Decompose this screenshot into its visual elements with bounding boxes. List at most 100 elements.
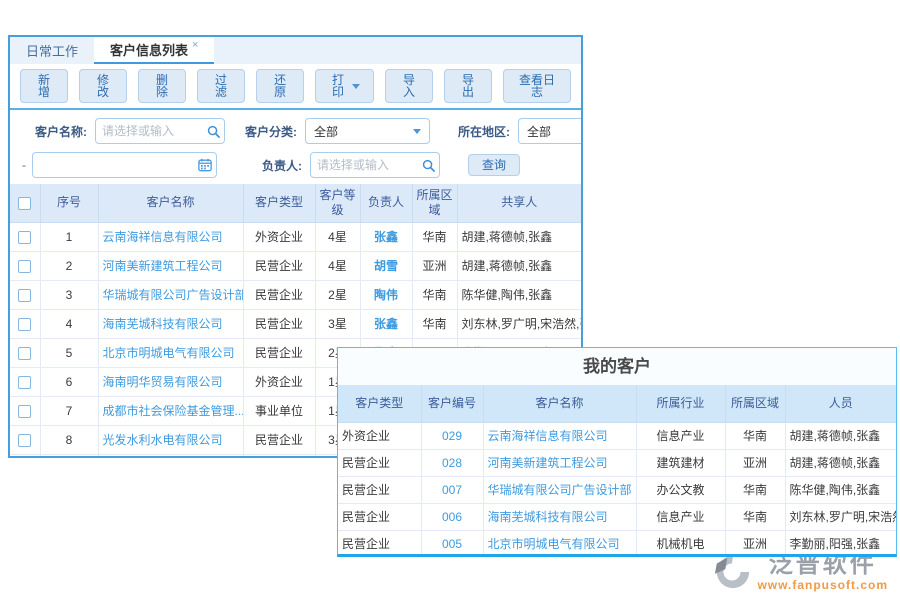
- customer-name-link[interactable]: 海南明华贸易有限公司: [98, 367, 243, 396]
- row-checkbox[interactable]: [18, 434, 31, 447]
- col-customer-name: 客户名称: [98, 184, 243, 222]
- col-customer-level: 客户等级: [315, 184, 360, 222]
- tab-customer-list-label: 客户信息列表: [110, 40, 188, 59]
- customer-code-link[interactable]: 005: [421, 530, 483, 557]
- chevron-down-icon: [352, 84, 360, 89]
- cell-type: 民营企业: [338, 530, 421, 557]
- select-all-checkbox[interactable]: [18, 197, 31, 210]
- cell-people: 刘东林,罗广明,宋浩然,...: [785, 503, 896, 530]
- cell-level: 4星: [315, 222, 360, 251]
- cell-industry: 建筑建材: [636, 449, 725, 476]
- col-shared: 共享人: [457, 184, 581, 222]
- table-row: 2 河南美新建筑工程公司 民营企业 4星 胡雪 亚洲 胡建,蒋德帧,张鑫: [10, 251, 581, 280]
- customer-name-link[interactable]: 北京市明城电气有限公司: [98, 338, 243, 367]
- region-select[interactable]: 全部: [518, 118, 581, 144]
- cell-type: 民营企业: [338, 476, 421, 503]
- customer-name-link[interactable]: 华瑞城有限公司广告设计部: [483, 476, 636, 503]
- search-icon[interactable]: [417, 159, 439, 172]
- manager-link[interactable]: 陶伟: [360, 280, 412, 309]
- table-row: 民营企业 005 北京市明城电气有限公司 机械机电 亚洲 李勤丽,阳强,张鑫: [338, 530, 896, 557]
- customer-category-label: 客户分类:: [245, 123, 297, 140]
- cell-type: 民营企业: [243, 251, 315, 280]
- my-customers-panel: 我的客户 客户类型 客户编号 客户名称 所属行业 所属区域 人员 外资企业 02…: [337, 347, 897, 557]
- manager-link[interactable]: 张鑫: [360, 309, 412, 338]
- row-checkbox[interactable]: [18, 405, 31, 418]
- col-region: 所属区域: [412, 184, 457, 222]
- region-label: 所在地区:: [458, 123, 510, 140]
- cell-type: 外资企业: [243, 367, 315, 396]
- row-checkbox[interactable]: [18, 289, 31, 302]
- tab-bar: 日常工作 客户信息列表 ×: [10, 37, 581, 64]
- customer-name-link[interactable]: 龙宇工程机械有限公司: [98, 454, 243, 458]
- cell-no: 4: [40, 309, 98, 338]
- row-checkbox[interactable]: [18, 318, 31, 331]
- fanpu-logo: 泛普软件 www.fanpusoft.com: [713, 552, 888, 592]
- close-icon[interactable]: ×: [192, 39, 198, 51]
- row-checkbox[interactable]: [18, 231, 31, 244]
- customer-name-label: 客户名称:: [35, 123, 87, 140]
- customer-code-link[interactable]: 006: [421, 503, 483, 530]
- manager-link[interactable]: 胡雪: [360, 251, 412, 280]
- manager-field: [310, 152, 440, 178]
- customer-code-link[interactable]: 007: [421, 476, 483, 503]
- row-checkbox[interactable]: [18, 260, 31, 273]
- add-button[interactable]: 新增: [20, 69, 68, 103]
- view-log-button[interactable]: 查看日志: [503, 69, 571, 103]
- table-row: 外资企业 029 云南海祥信息有限公司 信息产业 华南 胡建,蒋德帧,张鑫: [338, 422, 896, 449]
- customer-code-link[interactable]: 028: [421, 449, 483, 476]
- restore-button[interactable]: 还原: [256, 69, 304, 103]
- customer-name-link[interactable]: 云南海祥信息有限公司: [483, 422, 636, 449]
- import-button[interactable]: 导入: [385, 69, 433, 103]
- cell-people: 胡建,蒋德帧,张鑫: [785, 449, 896, 476]
- customer-name-link[interactable]: 华瑞城有限公司广告设计部: [98, 280, 243, 309]
- row-checkbox[interactable]: [18, 347, 31, 360]
- filter-button[interactable]: 过滤: [197, 69, 245, 103]
- customer-name-input[interactable]: [96, 124, 202, 138]
- col-customer-code: 客户编号: [421, 385, 483, 422]
- tab-daily-work-label: 日常工作: [26, 41, 78, 60]
- customer-name-link[interactable]: 光发水利水电有限公司: [98, 425, 243, 454]
- cell-type: 外资企业: [243, 222, 315, 251]
- date-range-separator: -: [22, 158, 26, 172]
- cell-level: 4星: [315, 251, 360, 280]
- cell-level: 2星: [315, 280, 360, 309]
- cell-type: 民营企业: [338, 503, 421, 530]
- customer-name-link[interactable]: 成都市社会保险基金管理...: [98, 396, 243, 425]
- customer-name-link[interactable]: 海南芜城科技有限公司: [483, 503, 636, 530]
- customer-name-link[interactable]: 北京市明城电气有限公司: [483, 530, 636, 557]
- print-button[interactable]: 打印: [315, 69, 374, 103]
- select-all-cell: [10, 184, 40, 222]
- customer-category-select[interactable]: 全部: [305, 118, 430, 144]
- calendar-icon[interactable]: [194, 158, 216, 172]
- cell-industry: 信息产业: [636, 422, 725, 449]
- customer-code-link[interactable]: 029: [421, 422, 483, 449]
- query-button[interactable]: 查询: [468, 154, 520, 176]
- cell-region: 华南: [412, 222, 457, 251]
- cell-region: 华南: [412, 280, 457, 309]
- logo-url[interactable]: www.fanpusoft.com: [757, 578, 888, 592]
- delete-button[interactable]: 删除: [138, 69, 186, 103]
- toolbar: 新增 修改 删除 过滤 还原 打印 导入 导出 查看日志: [10, 64, 581, 110]
- customer-name-link[interactable]: 云南海祥信息有限公司: [98, 222, 243, 251]
- search-icon[interactable]: [202, 125, 224, 138]
- customer-name-link[interactable]: 海南芜城科技有限公司: [98, 309, 243, 338]
- customer-name-link[interactable]: 河南美新建筑工程公司: [98, 251, 243, 280]
- tab-daily-work[interactable]: 日常工作: [10, 37, 94, 64]
- customer-name-link[interactable]: 河南美新建筑工程公司: [483, 449, 636, 476]
- cell-people: 李勤丽,阳强,张鑫: [785, 530, 896, 557]
- row-checkbox[interactable]: [18, 376, 31, 389]
- manager-label: 负责人:: [262, 157, 302, 174]
- edit-button[interactable]: 修改: [79, 69, 127, 103]
- cell-shared: 刘东林,罗广明,宋浩然,张鑫: [457, 309, 581, 338]
- export-button[interactable]: 导出: [444, 69, 492, 103]
- cell-people: 胡建,蒋德帧,张鑫: [785, 422, 896, 449]
- cell-type: 民营企业: [243, 454, 315, 458]
- manager-input[interactable]: [311, 158, 417, 172]
- chevron-down-icon: [413, 129, 421, 134]
- manager-link[interactable]: 张鑫: [360, 222, 412, 251]
- table-row: 民营企业 028 河南美新建筑工程公司 建筑建材 亚洲 胡建,蒋德帧,张鑫: [338, 449, 896, 476]
- cell-no: 1: [40, 222, 98, 251]
- cell-type: 民营企业: [338, 449, 421, 476]
- date-input[interactable]: [33, 158, 194, 172]
- tab-customer-list[interactable]: 客户信息列表 ×: [94, 37, 214, 64]
